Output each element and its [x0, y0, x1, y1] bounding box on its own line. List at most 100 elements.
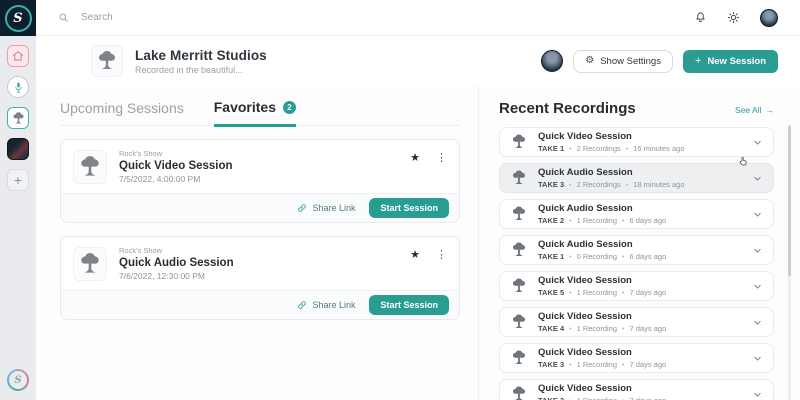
- start-session-button[interactable]: Start Session: [369, 295, 449, 315]
- page-title: Lake Merritt Studios: [135, 48, 267, 63]
- tree-logo-icon: [510, 205, 528, 223]
- recording-time: 6 days ago: [617, 252, 666, 261]
- show-subtitle: Recorded in the beautiful...: [135, 65, 267, 75]
- tree-logo-icon: [77, 154, 103, 180]
- tree-logo-icon: [510, 133, 528, 151]
- scrollbar-thumb[interactable]: [788, 126, 791, 276]
- chevron-down-icon[interactable]: [752, 173, 763, 184]
- recording-take: TAKE 5: [538, 288, 564, 297]
- tree-logo-icon: [95, 49, 119, 73]
- recording-row[interactable]: Quick Video Session TAKE 2 1 Recording 7…: [499, 379, 774, 400]
- session-show-name: Rock's Show: [119, 149, 233, 158]
- recording-time: 6 days ago: [617, 216, 666, 225]
- theme-brightness-icon[interactable]: [727, 11, 740, 24]
- recording-info: Quick Audio Session TAKE 2 1 Recording 6…: [538, 203, 742, 225]
- favorite-star-icon[interactable]: ★: [410, 248, 420, 261]
- main-area: Lake Merritt Studios Recorded in the bea…: [36, 0, 800, 400]
- recording-meta: TAKE 5 1 Recording 7 days ago: [538, 288, 742, 297]
- more-options-kebab-icon[interactable]: ⋮: [436, 248, 447, 261]
- tab-favorites[interactable]: Favorites 2: [214, 99, 296, 127]
- session-card-footer: Share Link Start Session: [61, 193, 459, 222]
- chevron-down-icon[interactable]: [752, 389, 763, 400]
- tab-upcoming-sessions[interactable]: Upcoming Sessions: [60, 99, 184, 125]
- show-header: Lake Merritt Studios Recorded in the bea…: [36, 36, 800, 86]
- chevron-down-icon[interactable]: [752, 317, 763, 328]
- squadcast-ring-logo-letter: S: [9, 371, 27, 389]
- sidebar-item-lake-merritt-show[interactable]: [7, 107, 29, 129]
- recording-row[interactable]: Quick Video Session TAKE 4 1 Recording 7…: [499, 307, 774, 337]
- see-all-label: See All: [735, 105, 761, 115]
- tree-logo-icon: [510, 385, 528, 400]
- search-icon: [58, 12, 69, 23]
- see-all-link[interactable]: See All →: [735, 105, 774, 115]
- session-info: Rock's Show Quick Audio Session 7/6/2022…: [119, 246, 234, 281]
- chevron-down-icon[interactable]: [752, 209, 763, 220]
- recording-time: 7 days ago: [617, 360, 666, 369]
- notifications-bell-icon[interactable]: [694, 11, 707, 24]
- recording-row[interactable]: Quick Audio Session TAKE 1 0 Recording 6…: [499, 235, 774, 265]
- chevron-down-icon[interactable]: [752, 245, 763, 256]
- squadcast-ring-logo: S: [7, 369, 29, 391]
- recording-meta: TAKE 3 2 Recordings 18 minutes ago: [538, 180, 742, 189]
- recording-info: Quick Video Session TAKE 5 1 Recording 7…: [538, 275, 742, 297]
- sidebar: S + S: [0, 0, 36, 400]
- squadcast-logo[interactable]: S: [0, 0, 36, 36]
- recent-recordings-list: Quick Video Session TAKE 1 2 Recordings …: [499, 127, 774, 400]
- gear-icon: ⚙: [585, 56, 594, 66]
- member-avatar[interactable]: [541, 50, 563, 72]
- microphone-icon: [12, 81, 25, 94]
- show-settings-label: Show Settings: [600, 56, 661, 67]
- recording-title: Quick Audio Session: [538, 203, 742, 214]
- session-card-body: Rock's Show Quick Video Session 7/5/2022…: [61, 140, 459, 193]
- share-link-label: Share Link: [312, 300, 355, 310]
- squadcast-logo-ring: S: [5, 5, 32, 32]
- sidebar-item-home[interactable]: [7, 45, 29, 67]
- share-link-button[interactable]: Share Link: [297, 203, 355, 213]
- search-input[interactable]: [81, 12, 281, 23]
- sidebar-item-rocks-show[interactable]: [7, 138, 29, 160]
- recording-take: TAKE 3: [538, 180, 564, 189]
- add-show-button[interactable]: +: [7, 169, 29, 191]
- recording-info: Quick Video Session TAKE 1 2 Recordings …: [538, 131, 742, 153]
- recording-title: Quick Video Session: [538, 275, 742, 286]
- session-show-name: Rock's Show: [119, 246, 234, 255]
- recent-recordings-header: Recent Recordings See All →: [499, 100, 774, 117]
- recording-row[interactable]: Quick Video Session TAKE 5 1 Recording 7…: [499, 271, 774, 301]
- recording-take: TAKE 1: [538, 252, 564, 261]
- recording-row[interactable]: Quick Video Session TAKE 1 2 Recordings …: [499, 127, 774, 157]
- recording-row[interactable]: Quick Audio Session TAKE 2 1 Recording 6…: [499, 199, 774, 229]
- sidebar-item-squadcast-show[interactable]: [7, 76, 29, 98]
- recording-title: Quick Video Session: [538, 311, 742, 322]
- recording-row[interactable]: Quick Video Session TAKE 3 1 Recording 7…: [499, 343, 774, 373]
- session-card: Rock's Show Quick Audio Session 7/6/2022…: [60, 236, 460, 320]
- chevron-down-icon[interactable]: [752, 353, 763, 364]
- session-card: Rock's Show Quick Video Session 7/5/2022…: [60, 139, 460, 223]
- topbar: [36, 0, 800, 36]
- session-info: Rock's Show Quick Video Session 7/5/2022…: [119, 149, 233, 184]
- chevron-down-icon[interactable]: [752, 137, 763, 148]
- session-datetime: 7/6/2022, 12:30:00 PM: [119, 271, 234, 281]
- recording-count: 1 Recording: [564, 396, 617, 400]
- tab-favorites-label: Favorites: [214, 99, 276, 115]
- start-session-button[interactable]: Start Session: [369, 198, 449, 218]
- recording-count: 2 Recordings: [564, 144, 621, 153]
- arrow-right-icon: →: [766, 105, 775, 115]
- show-logo: [91, 45, 123, 77]
- sessions-column: Upcoming Sessions Favorites 2: [36, 86, 478, 400]
- new-session-button[interactable]: + New Session: [683, 50, 778, 73]
- user-avatar[interactable]: [760, 9, 778, 27]
- recording-take: TAKE 1: [538, 144, 564, 153]
- chevron-down-icon[interactable]: [752, 281, 763, 292]
- header-actions: ⚙ Show Settings + New Session: [541, 50, 778, 73]
- recording-row[interactable]: Quick Audio Session TAKE 3 2 Recordings …: [499, 163, 774, 193]
- share-link-button[interactable]: Share Link: [297, 300, 355, 310]
- recording-meta: TAKE 1 2 Recordings 16 minutes ago: [538, 144, 742, 153]
- search-bar[interactable]: [58, 12, 694, 23]
- session-show-logo: [73, 150, 107, 184]
- session-datetime: 7/5/2022, 4:00:00 PM: [119, 174, 233, 184]
- session-card-body: Rock's Show Quick Audio Session 7/6/2022…: [61, 237, 459, 290]
- show-settings-button[interactable]: ⚙ Show Settings: [573, 50, 673, 73]
- more-options-kebab-icon[interactable]: ⋮: [436, 151, 447, 164]
- favorite-star-icon[interactable]: ★: [410, 151, 420, 164]
- recording-meta: TAKE 4 1 Recording 7 days ago: [538, 324, 742, 333]
